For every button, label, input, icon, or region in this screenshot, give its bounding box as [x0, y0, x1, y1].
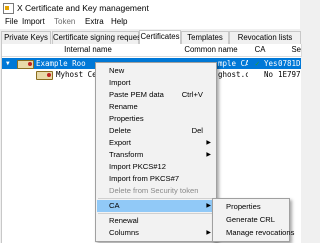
cell-serial: 0781D3 [278, 59, 301, 68]
menu-item-properties[interactable]: Properties [97, 113, 215, 125]
certificate-icon [17, 60, 34, 69]
app-icon [3, 3, 14, 14]
menu-help[interactable]: Help [111, 17, 127, 26]
menu-extra[interactable]: Extra [85, 17, 104, 26]
menu-bar: File Import Token Extra Help [0, 16, 300, 29]
tab-certificates[interactable]: Certificates [139, 30, 181, 44]
menu-item-import-pkcs7[interactable]: Import from PKCS#7 [97, 173, 215, 185]
menu-item-delete-token[interactable]: Delete from Security token [97, 185, 215, 197]
menu-file[interactable]: File [5, 17, 18, 26]
menu-separator [98, 198, 214, 199]
menu-item-delete[interactable]: Delete Del [97, 125, 215, 137]
column-header-internal-name[interactable]: Internal name [2, 44, 175, 57]
cell-common-name: mple CA [218, 59, 248, 68]
menu-item-transform[interactable]: Transform ▶ [97, 149, 215, 161]
cell-serial: 1E797D [278, 70, 301, 79]
menu-item-new[interactable]: New [97, 65, 215, 77]
ca-submenu: Properties Generate CRL Manage revocatio… [212, 198, 294, 242]
column-header-common-name[interactable]: Common name [174, 44, 249, 57]
check-icon: ✓ [255, 59, 260, 68]
cell-ca: Yes [264, 59, 278, 68]
certificate-icon [36, 71, 53, 80]
menu-item-import-pkcs12[interactable]: Import PKCS#12 [97, 161, 215, 173]
menu-item-import[interactable]: Import [97, 77, 215, 89]
title-bar: X Certificate and Key management [0, 0, 300, 16]
menu-token[interactable]: Token [54, 17, 75, 26]
tab-templates[interactable]: Templates [181, 31, 229, 45]
menu-item-ca[interactable]: CA ▶ [97, 200, 215, 212]
submenu-arrow-icon: ▶ [206, 140, 211, 146]
submenu-item-generate-crl[interactable]: Generate CRL [214, 213, 288, 226]
context-menu: New Import Paste PEM data Ctrl+V Rename P… [95, 62, 217, 242]
cell-ca: No [264, 70, 274, 79]
submenu-item-properties[interactable]: Properties [214, 200, 288, 213]
submenu-arrow-icon: ▶ [206, 230, 211, 236]
tab-private-keys[interactable]: Private Keys [1, 31, 51, 45]
cell-internal-name: Myhost Ce [56, 70, 96, 79]
submenu-item-manage-revocations[interactable]: Manage revocations [214, 226, 294, 239]
tab-revocation-lists[interactable]: Revocation lists [229, 31, 301, 45]
tab-csr[interactable]: Certificate signing requests [52, 31, 147, 45]
submenu-arrow-icon: ▶ [206, 203, 211, 209]
submenu-arrow-icon: ▶ [206, 152, 211, 158]
expand-arrow-icon[interactable]: ▼ [6, 58, 10, 69]
menu-item-rename[interactable]: Rename [97, 101, 215, 113]
menu-import[interactable]: Import [22, 17, 45, 26]
menu-item-columns[interactable]: Columns ▶ [97, 227, 215, 239]
menu-separator [98, 213, 214, 214]
column-header-serial[interactable]: Se [272, 44, 302, 57]
menu-item-paste-pem[interactable]: Paste PEM data Ctrl+V [97, 89, 215, 101]
cell-common-name: ghost.com [218, 70, 248, 79]
menu-item-renewal[interactable]: Renewal [97, 215, 215, 227]
menu-item-export[interactable]: Export ▶ [97, 137, 215, 149]
tab-bar: Private Keys Certificate signing request… [0, 30, 301, 45]
column-header-ca[interactable]: CA [248, 44, 273, 57]
window-title: X Certificate and Key management [17, 3, 149, 13]
cell-internal-name: Example Roo [36, 59, 86, 68]
